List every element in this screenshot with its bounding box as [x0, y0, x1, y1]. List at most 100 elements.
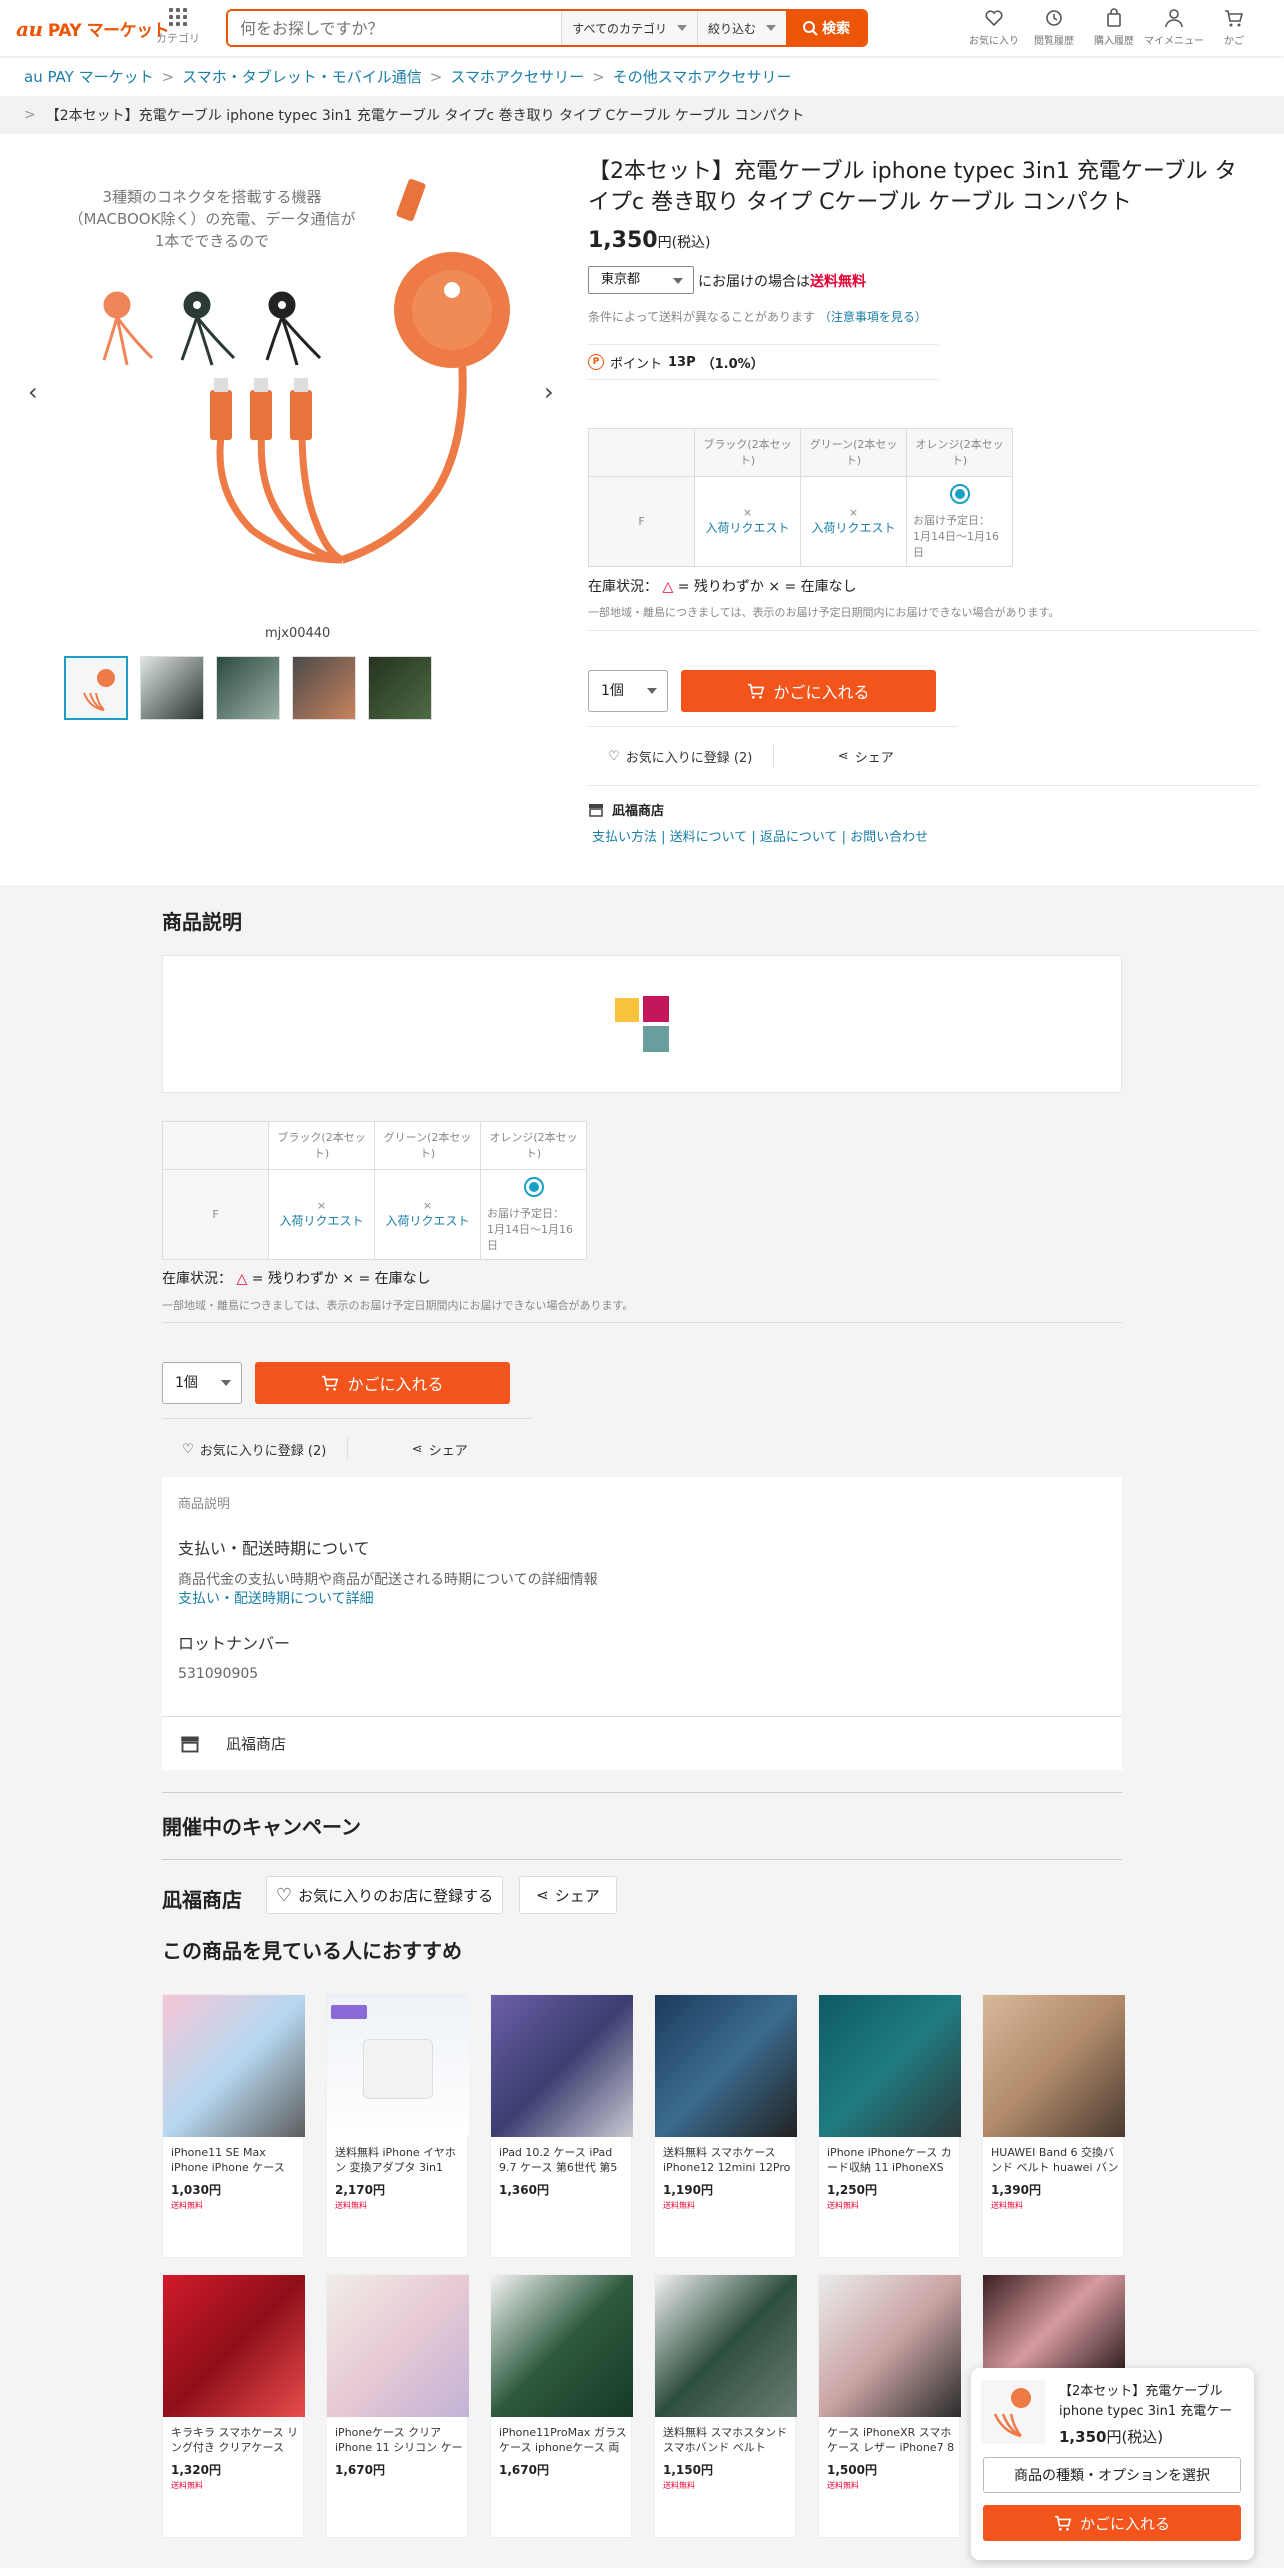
recommend-card[interactable]	[982, 2274, 1125, 2375]
popup-cart-button[interactable]: かごに入れる	[983, 2505, 1241, 2541]
shipping-info: にお届けの場合は送料無料	[698, 274, 866, 290]
popup-title: 【2本セット】充電ケーブル iphone typec 3in1 充電ケーブ...	[1059, 2384, 1233, 2419]
au-pay-market-logo[interactable]: au PAY マーケット	[16, 16, 170, 41]
cart-icon	[748, 683, 765, 699]
add-to-cart-button[interactable]: かごに入れる	[681, 670, 936, 712]
share-button-2[interactable]: ⋖ シェア	[348, 1440, 533, 1459]
recommend-card[interactable]: キラキラ スマホケース リング付き クリアケース iPhone1,320円送料無…	[162, 2274, 305, 2538]
variant-radio-selected[interactable]	[523, 1176, 544, 1197]
site-header: au PAY マーケット カテゴリ すべてのカテゴリ 絞り込む 検索 お気に入り…	[0, 0, 1284, 56]
breadcrumb-item-mobile[interactable]: スマホ・タブレット・モバイル通信	[182, 66, 422, 87]
chevron-right-icon: >	[592, 67, 605, 86]
breadcrumb-current: 【2本セット】充電ケーブル iphone typec 3in1 充電ケーブル タ…	[45, 108, 805, 124]
heart-icon: ♡	[608, 748, 620, 764]
add-to-cart-button-2[interactable]: かごに入れる	[255, 1362, 510, 1404]
search-input[interactable]	[228, 11, 562, 45]
shop-bar[interactable]: 凪福商店	[162, 1716, 1122, 1770]
thumbnail-2[interactable]	[140, 656, 204, 720]
payment-text: 商品代金の支払い時期や商品が配送される時期についての詳細情報	[178, 1572, 598, 1588]
thumbnail-1[interactable]	[64, 656, 128, 720]
stock-note: 一部地域・離島につきましては、表示のお届け予定日期間内にお届けできない場合があり…	[588, 606, 1060, 619]
product-sku: mjx00440	[265, 626, 331, 641]
prefecture-select[interactable]: 東京都	[588, 266, 694, 294]
popup-thumbnail	[981, 2380, 1045, 2444]
popup-option-button[interactable]: 商品の種類・オプションを選択	[983, 2457, 1241, 2493]
favorite-button-2[interactable]: ♡ お気に入りに登録 (2)	[162, 1440, 347, 1459]
stock-note-2: 一部地域・離島につきましては、表示のお届け予定日期間内にお届けできない場合があり…	[162, 1299, 634, 1312]
thumbnail-3[interactable]	[216, 656, 280, 720]
payment-detail-link[interactable]: 支払い・配送時期について詳細	[178, 1588, 374, 1608]
recommend-card[interactable]: 送料無料 スマホスタンド スマホバンド ベルト 1,150円 送料無料	[654, 2274, 797, 2538]
placeholder-logo	[615, 996, 669, 1052]
restock-request-link[interactable]: 入荷リクエスト	[375, 1212, 480, 1230]
filter-select[interactable]: 絞り込む	[696, 11, 786, 45]
cart-nav[interactable]: かご	[1204, 8, 1264, 47]
search-icon	[803, 21, 818, 36]
product-title: 【2本セット】充電ケーブル iphone typec 3in1 充電ケーブル タ…	[588, 159, 1237, 215]
variant-header-orange: オレンジ(2本セット)	[480, 1121, 587, 1170]
heart-icon	[985, 10, 1003, 27]
variant-cell-green: × 入荷リクエスト	[374, 1169, 481, 1260]
variant-row-label: F	[588, 476, 695, 567]
variant-header-green: グリーン(2本セット)	[800, 428, 907, 477]
product-main-image[interactable]: 3種類のコネクタを搭載する機器 （MACBOOK除く）の充電、データ通信が 1本…	[62, 160, 522, 620]
purchase-history-nav[interactable]: 購入履歴	[1084, 8, 1144, 47]
category-menu-button[interactable]: カテゴリ	[155, 8, 201, 46]
favorites-nav[interactable]: お気に入り	[964, 8, 1024, 47]
recommend-card[interactable]: HUAWEI Band 6 交換バンド ベルト huawei バンド1,390円…	[982, 1994, 1125, 2258]
recommend-card[interactable]: 送料無料 スマホケース iPhone12 12mini 12Pro ケース1,1…	[654, 1994, 797, 2258]
recommend-card[interactable]: 送料無料 iPhone イヤホン 変換アダプタ 3in1 Lightning2,…	[326, 1994, 469, 2258]
recommend-card[interactable]: iPhone11ProMax ガラスケース iphoneケース 両面1,670円	[490, 2274, 633, 2538]
description-box-label: 商品説明	[178, 1497, 231, 1512]
shipping-note-link[interactable]: （注意事項を見る）	[819, 310, 927, 324]
cart-icon	[1225, 10, 1244, 27]
gallery-next-arrow[interactable]: ›	[544, 378, 554, 406]
variant-header-black: ブラック(2本セット)	[268, 1121, 375, 1170]
recommend-card[interactable]: iPhoneケース クリア iPhone 11 シリコン ケース1,670円	[326, 2274, 469, 2538]
share-icon: ⋖	[837, 748, 849, 764]
restock-request-link[interactable]: 入荷リクエスト	[695, 519, 800, 537]
product-price: 1,350円(税込)	[588, 228, 711, 253]
quantity-select[interactable]: 1個	[588, 670, 668, 712]
recommend-title: この商品を見ている人におすすめ	[162, 1939, 462, 1963]
variant-cell-orange[interactable]: お届け予定日： 1月14日～1月16日	[906, 476, 1013, 567]
store-icon	[589, 803, 603, 817]
share-button[interactable]: ⋖ シェア	[774, 747, 959, 766]
category-select[interactable]: すべてのカテゴリ	[561, 11, 697, 45]
recommend-card[interactable]: iPhone11 SE Max iPhone iPhone ケース 11Pro …	[162, 1994, 305, 2258]
my-menu-nav[interactable]: マイメニュー	[1144, 8, 1204, 47]
favorite-shop-button[interactable]: ♡ お気に入りのお店に登録する	[266, 1876, 503, 1914]
recommend-card[interactable]: iPad 10.2 ケース iPad 9.7 ケース 第6世代 第5世代1,36…	[490, 1994, 633, 2258]
cart-icon	[1054, 2515, 1072, 2531]
lot-value: 531090905	[178, 1666, 259, 1682]
cart-icon	[322, 1375, 339, 1391]
description-title: 商品説明	[162, 910, 242, 934]
recommend-card[interactable]: ケース iPhoneXR スマホケース レザー iPhone7 8 1,500円送…	[818, 2274, 961, 2538]
shop-links[interactable]: 支払い方法 | 送料について | 返品について | お問い合わせ	[592, 826, 928, 845]
gallery-prev-arrow[interactable]: ‹	[28, 378, 38, 406]
thumbnail-5[interactable]	[368, 656, 432, 720]
grid-icon	[169, 8, 187, 26]
variant-radio-selected[interactable]	[949, 483, 970, 504]
variant-cell-orange[interactable]: お届け予定日： 1月14日～1月16日	[480, 1169, 587, 1260]
restock-request-link[interactable]: 入荷リクエスト	[269, 1212, 374, 1230]
favorite-button[interactable]: ♡ お気に入りに登録 (2)	[588, 747, 773, 766]
search-button[interactable]: 検索	[786, 11, 866, 45]
variant-table: ブラック(2本セット) グリーン(2本セット) オレンジ(2本セット) F × 入…	[588, 428, 1013, 567]
quantity-select-2[interactable]: 1個	[162, 1362, 242, 1404]
breadcrumb-item-other[interactable]: その他スマホアクセサリー	[613, 66, 792, 87]
breadcrumb: au PAY マーケット > スマホ・タブレット・モバイル通信 > スマホアクセサリ…	[24, 66, 792, 87]
breadcrumb-item-accessory[interactable]: スマホアクセサリー	[450, 66, 584, 87]
history-nav[interactable]: 閲覧履歴	[1024, 8, 1084, 47]
cable-illustration	[102, 178, 510, 564]
recommend-card[interactable]: iPhone iPhoneケース カード収納 11 iPhoneXS ケース1,…	[818, 1994, 961, 2258]
restock-request-link[interactable]: 入荷リクエスト	[801, 519, 906, 537]
search-bar: すべてのカテゴリ 絞り込む 検索	[226, 9, 868, 47]
variant-table-2: ブラック(2本セット) グリーン(2本セット) オレンジ(2本セット) F × 入…	[162, 1121, 587, 1260]
breadcrumb-item-home[interactable]: au PAY マーケット	[24, 66, 154, 87]
thumbnail-4[interactable]	[292, 656, 356, 720]
shop-share-button[interactable]: ⋖ シェア	[519, 1876, 617, 1914]
shop-name-row[interactable]: 凪福商店	[588, 800, 664, 819]
variant-cell-green: × 入荷リクエスト	[800, 476, 907, 567]
favorite-share-row-2: ♡ お気に入りに登録 (2) ⋖ シェア	[162, 1428, 532, 1470]
